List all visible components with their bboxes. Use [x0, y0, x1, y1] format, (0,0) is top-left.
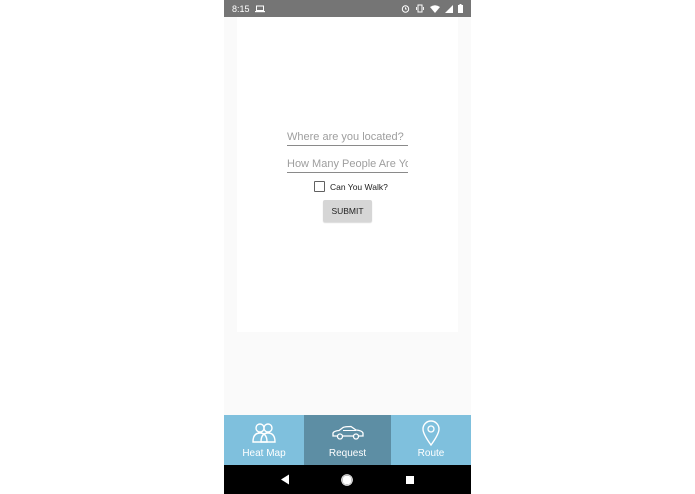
- tab-heat-map[interactable]: Heat Map: [224, 415, 304, 465]
- walk-checkbox[interactable]: [314, 181, 325, 192]
- wifi-icon: [430, 4, 440, 13]
- walk-checkbox-row[interactable]: Can You Walk?: [314, 181, 388, 192]
- people-icon: [251, 420, 277, 446]
- laptop-icon: [254, 5, 265, 13]
- tab-request[interactable]: Request: [304, 415, 391, 465]
- status-time: 8:15: [232, 3, 250, 14]
- vibrate-icon: [415, 4, 425, 13]
- alarm-icon: [401, 4, 410, 13]
- tab-route[interactable]: Route: [391, 415, 471, 465]
- tab-heat-map-label: Heat Map: [242, 448, 286, 459]
- tab-request-label: Request: [328, 448, 367, 459]
- location-input[interactable]: [287, 128, 408, 146]
- location-pin-icon: [422, 420, 440, 446]
- signal-icon: [445, 4, 453, 13]
- bottom-tab-bar: Heat Map Request Route: [224, 415, 471, 465]
- request-form-card: Can You Walk? SUBMIT: [237, 17, 458, 332]
- submit-button[interactable]: SUBMIT: [323, 200, 372, 222]
- phone-screen: 8:15 Can You: [224, 0, 471, 494]
- status-right: [401, 4, 463, 13]
- battery-icon: [458, 4, 463, 13]
- tab-route-label: Route: [417, 448, 445, 459]
- system-nav-bar: [224, 465, 471, 494]
- car-icon: [331, 420, 365, 446]
- back-icon[interactable]: [277, 472, 293, 488]
- walk-checkbox-label: Can You Walk?: [330, 181, 388, 192]
- recents-icon[interactable]: [402, 472, 418, 488]
- status-bar: 8:15: [224, 0, 471, 17]
- home-icon[interactable]: [339, 472, 355, 488]
- status-left: 8:15: [232, 4, 265, 14]
- people-count-input[interactable]: [287, 155, 408, 173]
